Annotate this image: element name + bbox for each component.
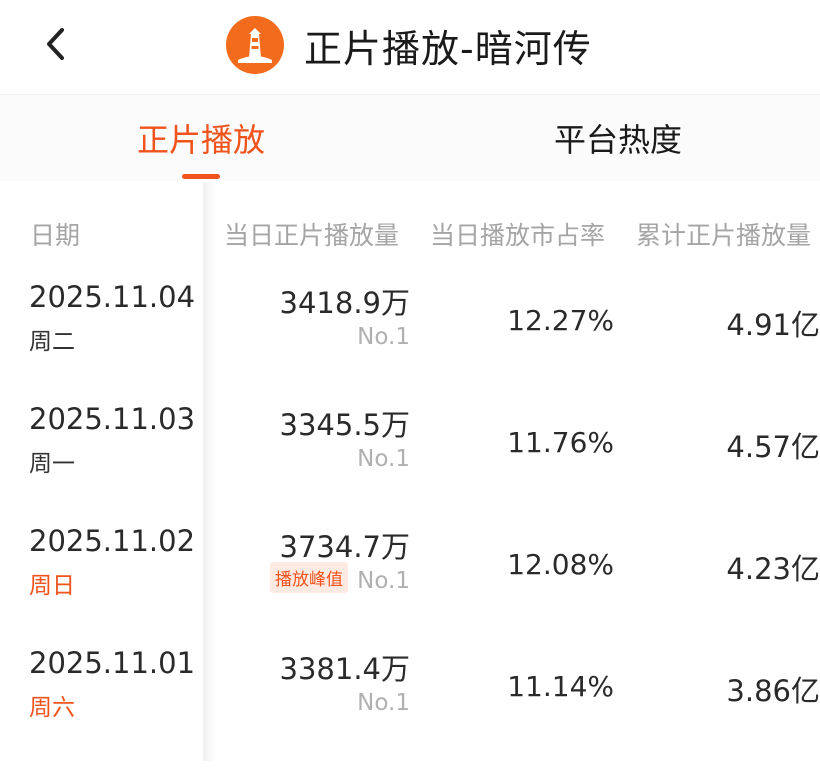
table-row[interactable]: 2025.11.04 周二 3418.9万 No.1 12.27% 4.91亿 [0,280,820,402]
row-total-plays: 4.23亿 [726,552,820,586]
row-date: 2025.11.01 [29,646,196,680]
column-header-daily-plays: 当日正片播放量 [224,221,400,250]
row-daily-plays: 3381.4万 [279,652,410,686]
row-date: 2025.11.03 [29,402,196,436]
active-tab-indicator [182,174,220,179]
row-weekday: 周日 [29,573,75,599]
row-weekday: 周二 [29,329,75,355]
table-row[interactable]: 2025.11.03 周一 3345.5万 No.1 11.76% 4.57亿 [0,402,820,524]
tab-platform-heat[interactable]: 平台热度 [554,115,682,161]
row-total-plays: 4.57亿 [726,430,820,464]
page-title: 正片播放-暗河传 [304,27,592,71]
row-rank: No.1 [357,568,410,594]
row-date: 2025.11.04 [29,280,196,314]
row-market-share: 11.76% [507,426,614,459]
row-market-share: 12.08% [507,548,614,581]
tab-episode-plays[interactable]: 正片播放 [137,115,265,161]
column-header-total-plays: 累计正片播放量 [636,221,812,250]
row-rank: No.1 [357,324,410,350]
chevron-left-icon [47,28,64,60]
column-header-market-share: 当日播放市占率 [430,221,606,250]
table-row[interactable]: 2025.11.01 周六 3381.4万 No.1 11.14% 3.86亿 [0,646,820,768]
plays-table: 日期 当日正片播放量 当日播放市占率 累计正片播放量 2025.11.04 周二… [0,182,820,761]
row-total-plays: 3.86亿 [726,674,820,708]
row-total-plays: 4.91亿 [726,308,820,342]
tab-bar: 正片播放 平台热度 [0,94,820,181]
row-daily-plays: 3345.5万 [279,408,410,442]
peak-badge: 播放峰值 [270,562,348,593]
row-weekday: 周一 [29,451,75,477]
lighthouse-logo-icon [226,16,284,74]
column-header-date: 日期 [30,221,81,250]
row-rank: No.1 [357,446,410,472]
row-weekday: 周六 [29,695,75,721]
row-market-share: 12.27% [507,304,614,337]
top-bar: 正片播放-暗河传 [0,0,820,92]
row-daily-plays: 3418.9万 [279,286,410,320]
table-row[interactable]: 2025.11.02 周日 3734.7万 播放峰值 No.1 12.08% 4… [0,524,820,646]
row-market-share: 11.14% [507,670,614,703]
row-daily-plays: 3734.7万 [279,530,410,564]
back-button[interactable] [38,22,78,66]
row-date: 2025.11.02 [29,524,196,558]
row-rank: No.1 [357,690,410,716]
